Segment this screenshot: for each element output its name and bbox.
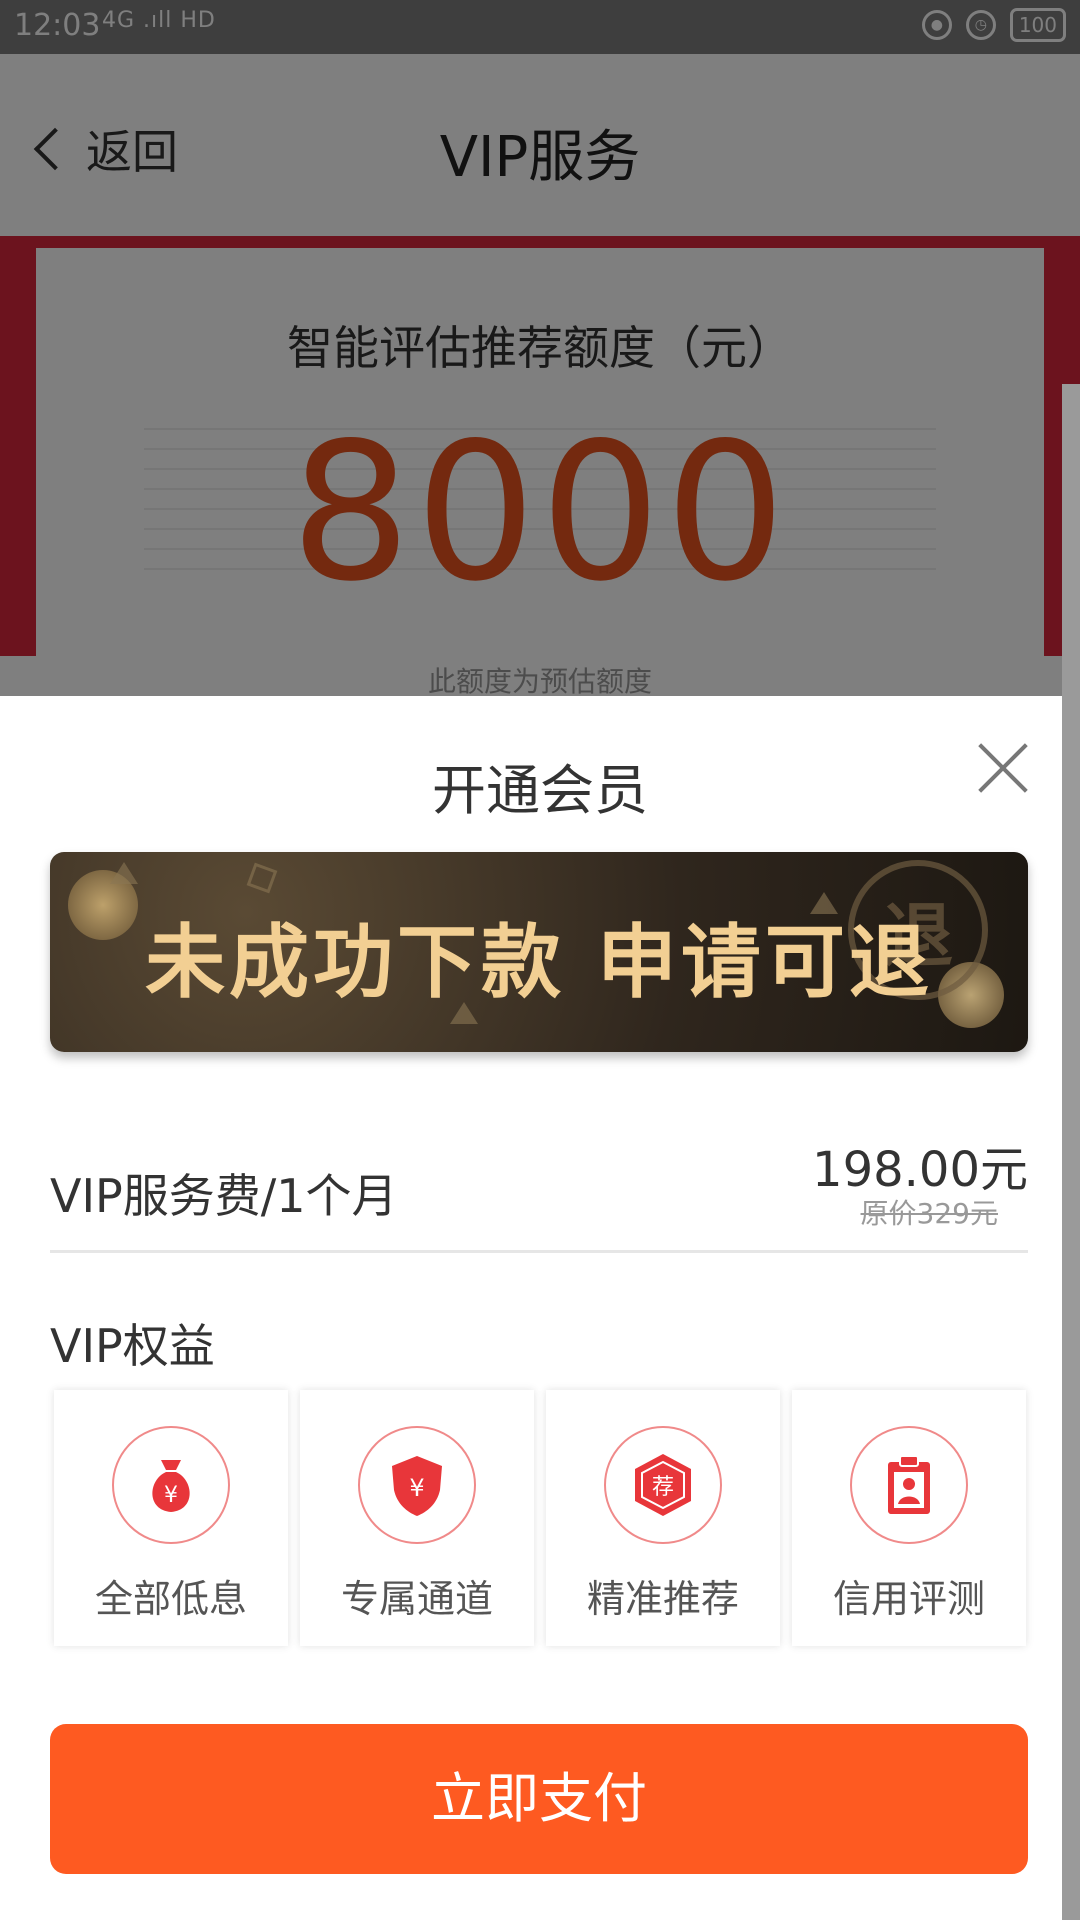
benefit-low-interest[interactable]: ¥ 全部低息 [54,1390,288,1646]
shield-yen-icon: ¥ [358,1426,476,1544]
triangle-decoration [110,862,138,884]
fee-price: 198.00元 [812,1142,1028,1198]
benefit-precise-recommend[interactable]: 荐 精准推荐 [546,1390,780,1646]
clipboard-user-icon [850,1426,968,1544]
fee-row: VIP服务费/1个月 198.00元 原价329元 [50,1126,1028,1246]
benefit-exclusive-channel[interactable]: ¥ 专属通道 [300,1390,534,1646]
benefit-label: 精准推荐 [586,1577,739,1621]
refund-banner: 退 未成功下款 申请可退 [50,852,1028,1052]
benefit-label: 全部低息 [94,1577,247,1621]
scrollbar [1062,384,1080,1920]
benefit-credit-check[interactable]: 信用评测 [792,1390,1026,1646]
sheet-title: 开通会员 [432,759,648,822]
benefits-title: VIP权益 [50,1319,215,1373]
square-decoration [246,862,278,894]
benefit-label: 信用评测 [832,1577,985,1621]
svg-text:¥: ¥ [409,1474,424,1502]
benefit-label: 专属通道 [340,1577,493,1621]
recommend-badge-icon: 荐 [604,1426,722,1544]
divider [50,1250,1028,1253]
svg-text:¥: ¥ [164,1483,178,1508]
pay-now-button[interactable]: 立即支付 [50,1724,1028,1874]
svg-text:荐: 荐 [652,1475,674,1500]
banner-text: 未成功下款 申请可退 [145,916,933,1009]
membership-sheet: 开通会员 退 未成功下款 申请可退 VIP服务费/1个月 198.00元 原价3… [0,696,1062,1920]
fee-original-price: 原价329元 [860,1197,998,1230]
fee-label: VIP服务费/1个月 [50,1169,398,1223]
close-icon[interactable] [976,742,1030,796]
benefits-list: ¥ 全部低息 ¥ 专属通道 荐 精准推荐 信用评测 [54,1390,1026,1646]
money-bag-icon: ¥ [112,1426,230,1544]
